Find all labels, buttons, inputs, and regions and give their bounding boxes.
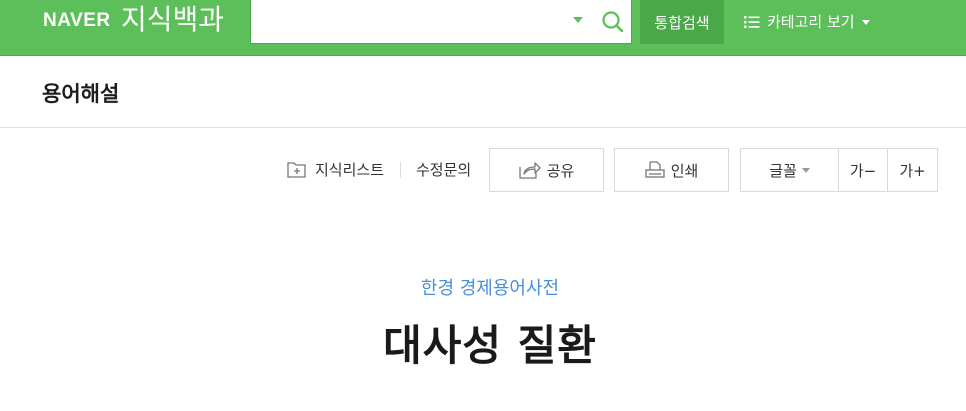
font-label: 글꼴 [769, 161, 797, 180]
correction-label: 수정문의 [416, 161, 472, 179]
search-box [250, 0, 632, 44]
correction-request-link[interactable]: 수정문의 [416, 158, 471, 182]
dictionary-name-link[interactable]: 한경 경제용어사전 [0, 274, 966, 300]
search-icon[interactable] [601, 10, 625, 34]
print-button[interactable]: 인쇄 [614, 148, 729, 192]
search-input[interactable] [259, 6, 563, 38]
naver-logo[interactable]: NAVER [43, 10, 111, 32]
font-size-decrease-button[interactable]: 가− [839, 149, 887, 191]
share-icon [519, 162, 541, 179]
printer-icon [645, 161, 665, 178]
knowledge-list-button[interactable]: 지식리스트 [287, 158, 384, 182]
share-button[interactable]: 공유 [489, 148, 604, 192]
share-label: 공유 [546, 161, 575, 180]
folder-plus-icon [287, 162, 306, 178]
divider [0, 127, 966, 128]
font-family-dropdown[interactable]: 글꼴 [740, 149, 839, 191]
entry-title: 대사성 질환 [383, 321, 597, 370]
toolbar-separator [400, 162, 401, 178]
list-icon [744, 16, 760, 29]
section-title: 용어해설 [42, 82, 120, 106]
category-view-toggle[interactable]: 카테고리 보기 [744, 0, 870, 44]
chevron-down-icon [801, 167, 810, 173]
font-larger-label: 가+ [899, 161, 926, 180]
category-label: 카테고리 보기 [767, 13, 855, 31]
top-header: NAVER 지식백과 통합검색 카테고리 보기 [0, 0, 966, 56]
print-label: 인쇄 [670, 161, 699, 180]
search-options-dropdown-icon[interactable] [573, 17, 583, 23]
font-smaller-label: 가− [849, 161, 877, 180]
service-logo[interactable]: 지식백과 [121, 2, 224, 38]
chevron-down-icon [861, 19, 870, 25]
font-size-increase-button[interactable]: 가+ [888, 149, 937, 191]
knowledge-list-label: 지식리스트 [315, 161, 385, 179]
integrated-search-button[interactable]: 통합검색 [640, 0, 724, 44]
